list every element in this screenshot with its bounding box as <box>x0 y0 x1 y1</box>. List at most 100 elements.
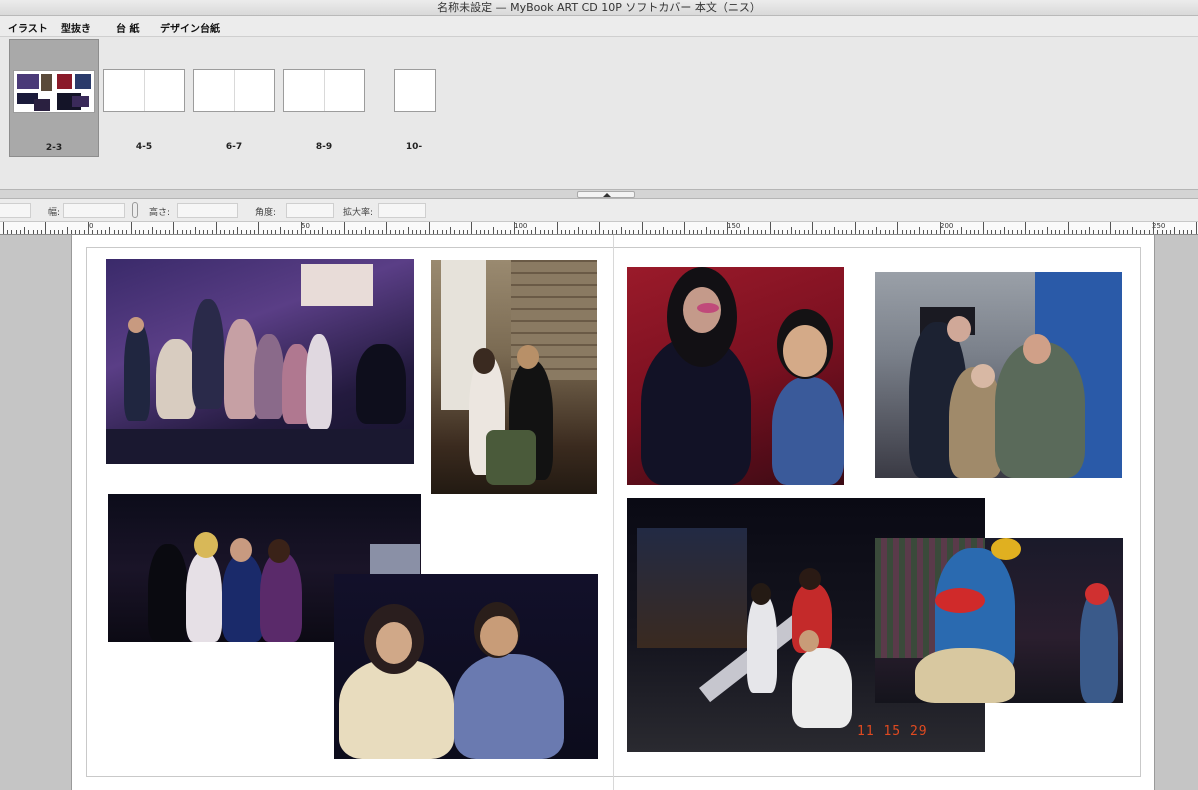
page-thumb-preview <box>13 70 95 113</box>
ruler-tick <box>927 230 928 234</box>
ruler-tick <box>599 222 600 234</box>
ruler-tick <box>118 230 119 234</box>
ruler-tick <box>983 222 984 234</box>
ruler-tick <box>454 230 455 234</box>
ruler-tick <box>714 230 715 234</box>
ruler-tick <box>791 227 792 234</box>
ruler-tick <box>1038 230 1039 234</box>
page-thumb-6-7[interactable]: 6-7 <box>189 39 279 157</box>
ruler-tick <box>834 227 835 234</box>
menu-design-mount[interactable]: デザイン台紙 <box>160 20 220 35</box>
ruler-tick <box>437 230 438 234</box>
page-label: 4-5 <box>135 142 153 152</box>
page-thumb-8-9[interactable]: 8-9 <box>279 39 369 157</box>
ruler-tick <box>75 230 76 234</box>
ruler-tick <box>58 230 59 234</box>
ruler-tick <box>893 230 894 234</box>
ruler-label: 200 <box>940 222 954 230</box>
ruler-tick <box>433 230 434 234</box>
height-field[interactable] <box>177 203 238 218</box>
ruler-tick <box>1144 230 1145 234</box>
photo-couple-curtain[interactable] <box>431 260 597 494</box>
ruler-tick <box>591 230 592 234</box>
ruler-tick <box>79 230 80 234</box>
ruler-tick <box>501 230 502 234</box>
ruler-tick <box>1047 227 1048 234</box>
ruler-tick <box>995 230 996 234</box>
ruler-tick <box>250 230 251 234</box>
ruler-tick <box>527 230 528 234</box>
ruler-tick <box>723 230 724 234</box>
ruler-tick <box>897 222 898 234</box>
ruler-tick <box>953 230 954 234</box>
menu-die-cut[interactable]: 型抜き <box>61 20 91 35</box>
ruler-tick <box>284 230 285 234</box>
menu-illust[interactable]: イラスト <box>8 20 48 35</box>
ruler-tick <box>625 230 626 234</box>
ruler-tick <box>842 230 843 234</box>
page-thumb-10[interactable]: 10- <box>369 39 459 157</box>
ruler-tick <box>339 230 340 234</box>
ruler-tick <box>412 230 413 234</box>
ruler-tick <box>292 230 293 234</box>
scale-field[interactable] <box>378 203 426 218</box>
ruler-tick <box>173 222 174 234</box>
ruler-tick <box>544 230 545 234</box>
page-thumbnail-strip: 2-3 4-5 6-7 8-9 10- <box>0 37 1198 189</box>
ruler-tick <box>126 230 127 234</box>
ruler-tick <box>135 230 136 234</box>
page-thumb-preview <box>193 69 275 112</box>
ruler-tick <box>420 230 421 234</box>
ruler-tick <box>275 230 276 234</box>
ruler-tick <box>919 227 920 234</box>
ruler-tick <box>327 230 328 234</box>
ruler-tick <box>322 227 323 234</box>
ruler-tick <box>578 227 579 234</box>
ruler-tick <box>246 230 247 234</box>
ruler-tick <box>471 222 472 234</box>
ruler-tick <box>638 230 639 234</box>
ruler-tick <box>710 230 711 234</box>
page-thumb-2-3[interactable]: 2-3 <box>9 39 99 157</box>
ruler-tick <box>446 230 447 234</box>
ruler-tick <box>280 227 281 234</box>
photo-salute-trio[interactable] <box>875 272 1122 478</box>
ruler-tick <box>365 227 366 234</box>
ruler-tick <box>139 230 140 234</box>
ruler-tick <box>216 222 217 234</box>
ruler-tick <box>872 230 873 234</box>
menu-mount[interactable]: 台 紙 <box>116 20 139 35</box>
ruler-tick <box>356 230 357 234</box>
position-field[interactable] <box>0 203 31 218</box>
ruler-tick <box>608 230 609 234</box>
ruler-tick <box>1093 230 1094 234</box>
ruler-tick <box>1166 230 1167 234</box>
angle-label: 角度: <box>255 208 277 218</box>
ruler-tick <box>67 227 68 234</box>
ruler-tick <box>62 230 63 234</box>
ruler-tick <box>914 230 915 234</box>
page-thumb-4-5[interactable]: 4-5 <box>99 39 189 157</box>
link-aspect-icon[interactable] <box>132 202 138 218</box>
ruler-tick <box>131 222 132 234</box>
ruler-tick <box>987 230 988 234</box>
center-gutter <box>613 235 614 790</box>
photo-two-guys[interactable] <box>334 574 598 759</box>
ruler-tick <box>825 230 826 234</box>
ruler-tick <box>305 230 306 234</box>
ruler-tick <box>497 230 498 234</box>
ruler-tick <box>378 230 379 234</box>
ruler-tick <box>484 230 485 234</box>
photo-band-live[interactable] <box>875 538 1123 703</box>
collapse-handle[interactable] <box>577 191 635 198</box>
panel-splitter[interactable] <box>0 189 1198 199</box>
ruler-tick <box>1055 230 1056 234</box>
ruler-tick <box>663 227 664 234</box>
width-field[interactable] <box>63 203 125 218</box>
angle-field[interactable] <box>286 203 334 218</box>
photo-group-stage[interactable] <box>106 259 414 464</box>
ruler-tick <box>1153 222 1154 234</box>
ruler-tick <box>523 230 524 234</box>
ruler-tick <box>753 230 754 234</box>
photo-rocker-portrait[interactable] <box>627 267 844 485</box>
